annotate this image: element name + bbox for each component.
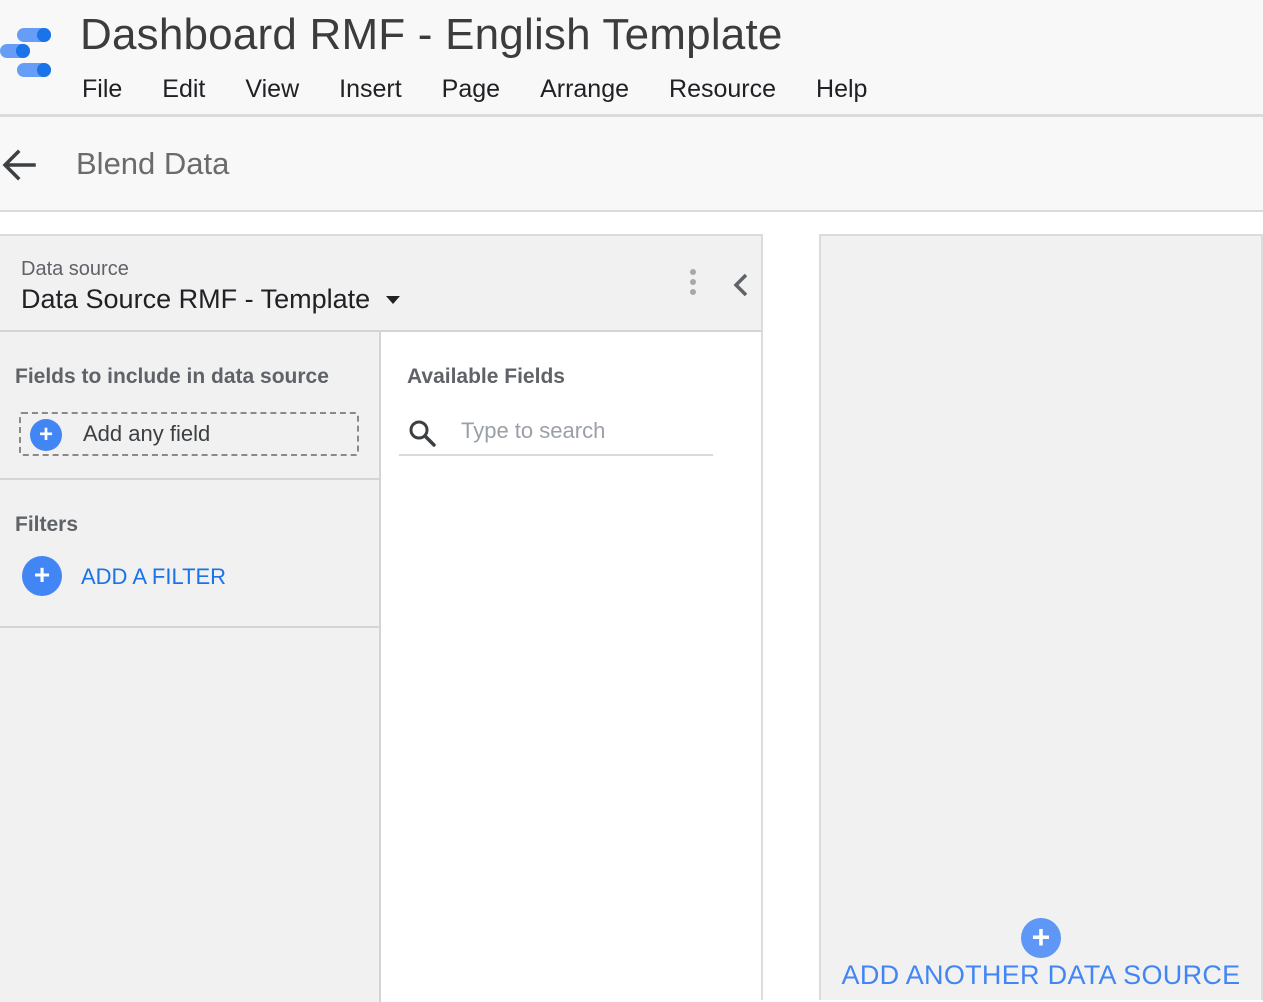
blend-data-header: Blend Data	[0, 117, 1263, 212]
menu-page[interactable]: Page	[422, 70, 520, 110]
document-title[interactable]: Dashboard RMF - English Template	[80, 10, 783, 60]
available-fields-column: Available Fields	[381, 332, 761, 1002]
add-data-source-card: + ADD ANOTHER DATA SOURCE	[819, 234, 1263, 1000]
chevron-left-icon[interactable]	[728, 270, 754, 300]
add-icon: +	[30, 419, 62, 451]
more-vert-icon[interactable]	[683, 266, 703, 306]
data-source-select[interactable]: Data Source RMF - Template	[21, 284, 401, 315]
page-title: Blend Data	[76, 146, 230, 181]
data-studio-logo-icon[interactable]	[0, 22, 56, 82]
menu-bar: File Edit View Insert Page Arrange Resou…	[62, 70, 887, 110]
app-bar: Dashboard RMF - English Template File Ed…	[0, 0, 1263, 117]
add-field-button[interactable]: + Add any field	[19, 412, 359, 456]
add-icon: +	[1021, 918, 1061, 958]
search-icon	[409, 420, 436, 447]
data-source-card: Data source Data Source RMF - Template F…	[0, 234, 763, 1002]
search-input[interactable]	[461, 414, 711, 448]
data-source-name[interactable]: Data Source RMF - Template	[21, 284, 370, 315]
menu-view[interactable]: View	[225, 70, 319, 110]
menu-resource[interactable]: Resource	[649, 70, 796, 110]
add-icon: +	[22, 556, 62, 596]
add-another-data-source-label: ADD ANOTHER DATA SOURCE	[841, 960, 1241, 990]
add-filter-label: ADD A FILTER	[81, 564, 227, 589]
menu-file[interactable]: File	[62, 70, 142, 110]
filters-heading: Filters	[15, 513, 79, 536]
data-source-label: Data source	[21, 258, 129, 280]
available-fields-heading: Available Fields	[407, 365, 565, 388]
search-field	[399, 408, 713, 456]
arrow-left-icon[interactable]	[0, 145, 40, 185]
data-source-header: Data source Data Source RMF - Template	[0, 236, 761, 332]
fields-heading: Fields to include in data source	[15, 365, 329, 388]
add-field-label: Add any field	[83, 421, 211, 446]
menu-edit[interactable]: Edit	[142, 70, 225, 110]
filters-section: Filters + ADD A FILTER	[0, 480, 379, 628]
menu-arrange[interactable]: Arrange	[520, 70, 649, 110]
menu-insert[interactable]: Insert	[319, 70, 422, 110]
fields-column: Fields to include in data source + Add a…	[0, 332, 381, 1002]
add-another-data-source-button[interactable]: + ADD ANOTHER DATA SOURCE	[821, 916, 1261, 996]
fields-section: Fields to include in data source + Add a…	[0, 332, 379, 480]
dropdown-arrow-icon[interactable]	[386, 295, 401, 304]
menu-help[interactable]: Help	[796, 70, 887, 110]
add-filter-button[interactable]: + ADD A FILTER	[22, 556, 242, 596]
